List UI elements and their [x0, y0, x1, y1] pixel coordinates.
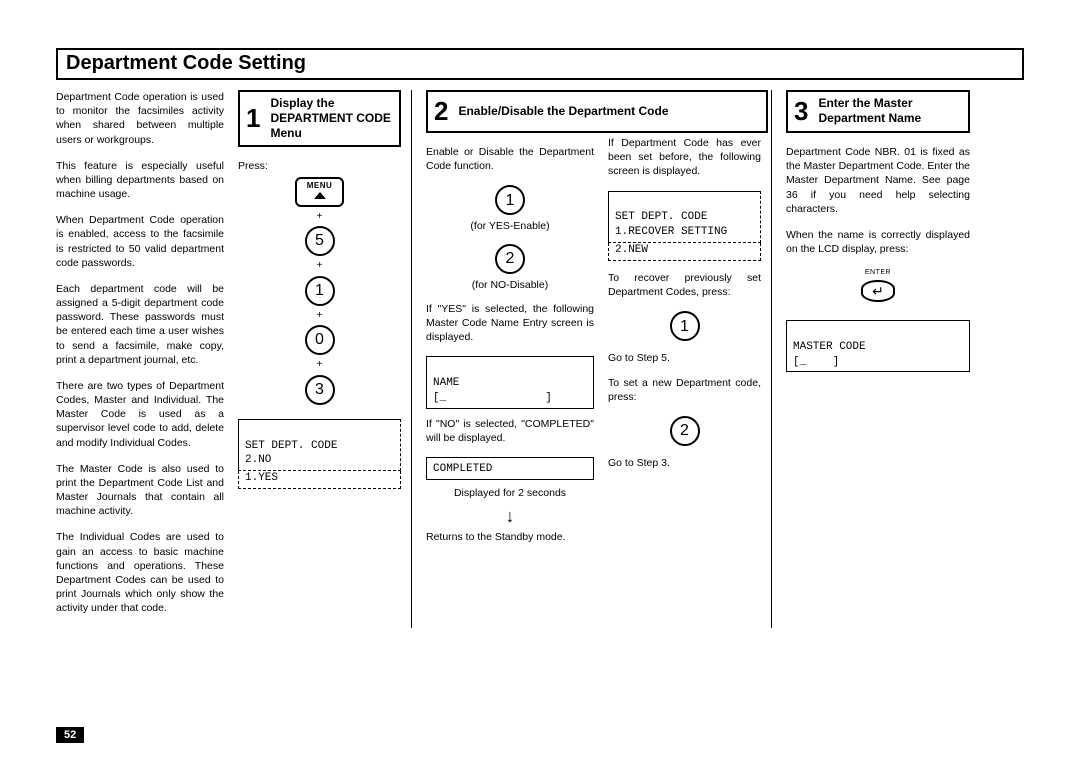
goto5: Go to Step 5.: [608, 351, 761, 365]
lcd-display-dashed: 1.YES: [238, 471, 401, 489]
up-arrow-icon: [314, 192, 326, 199]
lcd-display: SET DEPT. CODE 2.NO: [238, 419, 401, 472]
digit-key: 1: [670, 311, 700, 341]
step3-header: 3 Enter the Master Department Name: [786, 90, 970, 133]
lcd-name: NAME [_ ]: [426, 356, 594, 409]
menu-key: MENU: [238, 177, 401, 207]
digit-key: 5: [305, 226, 335, 256]
enter-key-icon: [861, 280, 895, 302]
step-number: 2: [428, 92, 454, 131]
completed-note: Displayed for 2 seconds: [426, 486, 594, 500]
step1-column: 1 Display the DEPARTMENT CODE Menu Press…: [238, 90, 412, 628]
intro-p: Each department code will be assigned a …: [56, 282, 224, 367]
plus-icon: +: [238, 210, 401, 224]
press-label: Press:: [238, 159, 401, 173]
step-title: Enter the Master Department Name: [814, 92, 968, 131]
digit-key: 0: [305, 325, 335, 355]
key-note: (for NO-Disable): [426, 278, 594, 292]
yes-text: If "YES" is selected, the following Mast…: [426, 302, 594, 345]
lcd-master: MASTER CODE [_ ]: [786, 320, 970, 373]
down-arrow-icon: ↓: [426, 504, 594, 528]
page-number: 52: [56, 727, 84, 743]
digit-key: 2: [495, 244, 525, 274]
step3-column: 3 Enter the Master Department Name Depar…: [786, 90, 970, 628]
goto3: Go to Step 3.: [608, 456, 761, 470]
digit-key: 2: [670, 416, 700, 446]
step-title: Display the DEPARTMENT CODE Menu: [266, 92, 399, 145]
content-columns: Department Code operation is used to mon…: [56, 90, 1024, 628]
plus-icon: +: [238, 259, 401, 273]
step1-header: 1 Display the DEPARTMENT CODE Menu: [238, 90, 401, 147]
step3-p1: Department Code NBR. 01 is fixed as the …: [786, 145, 970, 216]
intro-p: The Master Code is also used to print th…: [56, 462, 224, 519]
key-note: (for YES-Enable): [426, 219, 594, 233]
return-text: Returns to the Standby mode.: [426, 530, 594, 544]
intro-column: Department Code operation is used to mon…: [56, 90, 224, 628]
step2-left-column: 2 Enable/Disable the Department Code Ena…: [426, 90, 594, 628]
step2-intro: Enable or Disable the Department Code fu…: [426, 145, 594, 173]
digit-key: 1: [495, 185, 525, 215]
intro-p: There are two types of Department Codes,…: [56, 379, 224, 450]
intro-p: The Individual Codes are used to gain an…: [56, 530, 224, 615]
digit-key: 1: [305, 276, 335, 306]
intro-p: This feature is especially useful when b…: [56, 159, 224, 202]
step3-p2: When the name is correctly displayed on …: [786, 228, 970, 256]
step-number: 3: [788, 92, 814, 131]
intro-p: When Department Code operation is enable…: [56, 213, 224, 270]
section-title: Department Code Setting: [66, 52, 1014, 75]
section-title-bar: Department Code Setting: [56, 48, 1024, 80]
menu-key-label: MENU: [307, 181, 333, 190]
no-text: If "NO" is selected, "COMPLETED" will be…: [426, 417, 594, 445]
plus-icon: +: [238, 358, 401, 372]
lcd-set-dept: SET DEPT. CODE 1.RECOVER SETTING: [608, 191, 761, 244]
lcd-set-dept-dashed: 2.NEW: [608, 243, 761, 261]
recover-text: To recover previously set Department Cod…: [608, 271, 761, 299]
intro-p: Department Code operation is used to mon…: [56, 90, 224, 147]
step-number: 1: [240, 92, 266, 145]
col3-intro: If Department Code has ever been set bef…: [608, 136, 761, 179]
lcd-completed: COMPLETED: [426, 457, 594, 480]
step2-right-column: If Department Code has ever been set bef…: [608, 90, 772, 628]
plus-icon: +: [238, 309, 401, 323]
new-text: To set a new Department code, press:: [608, 376, 761, 404]
digit-key: 3: [305, 375, 335, 405]
enter-label: ENTER: [786, 268, 970, 277]
